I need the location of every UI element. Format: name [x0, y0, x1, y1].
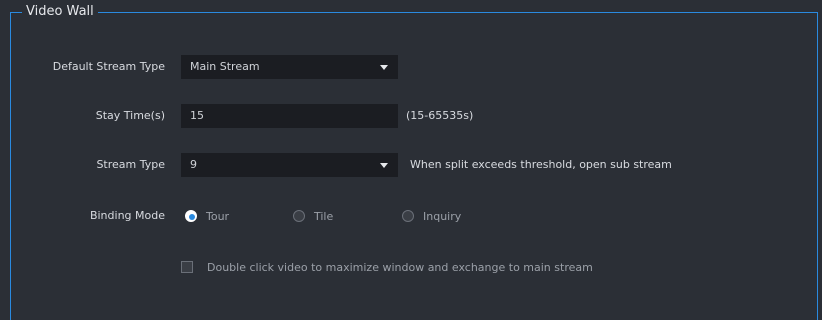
radio-checked-icon — [185, 210, 197, 222]
radio-unchecked-icon — [293, 210, 305, 222]
default-stream-type-row: Default Stream Type Main Stream — [0, 55, 822, 79]
stream-type-select[interactable]: 9 — [181, 153, 398, 177]
stay-time-row: Stay Time(s) 15 (15-65535s) — [0, 104, 822, 128]
stream-type-label: Stream Type — [96, 158, 165, 171]
stay-time-value: 15 — [190, 109, 204, 122]
double-click-maximize-option[interactable]: Double click video to maximize window an… — [181, 258, 593, 276]
section-title: Video Wall — [22, 3, 98, 21]
binding-mode-label: Binding Mode — [89, 209, 165, 222]
stay-time-input[interactable]: 15 — [181, 104, 398, 128]
binding-mode-inquiry-label: Inquiry — [423, 209, 462, 223]
stream-type-row: Stream Type 9 When split exceeds thresho… — [0, 153, 822, 177]
stream-type-hint: When split exceeds threshold, open sub s… — [410, 158, 672, 171]
chevron-down-icon — [380, 163, 388, 168]
default-stream-type-select[interactable]: Main Stream — [181, 55, 398, 79]
binding-mode-tour-radio[interactable]: Tour — [185, 204, 229, 228]
binding-mode-tile-radio[interactable]: Tile — [293, 204, 333, 228]
stay-time-label: Stay Time(s) — [95, 109, 165, 122]
chevron-down-icon — [380, 65, 388, 70]
default-stream-type-value: Main Stream — [190, 60, 260, 73]
stay-time-range-hint: (15-65535s) — [406, 109, 474, 122]
radio-unchecked-icon — [402, 210, 414, 222]
stream-type-value: 9 — [190, 158, 197, 171]
binding-mode-row: Binding Mode Tour Tile Inquiry — [0, 204, 822, 228]
binding-mode-tile-label: Tile — [314, 209, 334, 223]
default-stream-type-label: Default Stream Type — [52, 60, 165, 73]
binding-mode-inquiry-radio[interactable]: Inquiry — [402, 204, 461, 228]
double-click-maximize-label: Double click video to maximize window an… — [207, 260, 593, 274]
checkbox-unchecked-icon[interactable] — [181, 261, 193, 273]
binding-mode-tour-label: Tour — [206, 209, 230, 223]
